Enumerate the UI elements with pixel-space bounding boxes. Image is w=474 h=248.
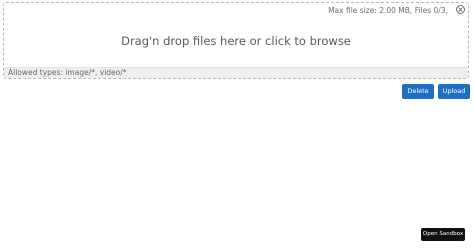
upload-button[interactable]: Upload [438, 84, 470, 99]
file-dropzone[interactable]: Max file size: 2.00 MB, Files 0/3, Drag'… [3, 2, 469, 79]
dropzone-prompt[interactable]: Drag'n drop files here or click to brows… [4, 34, 468, 48]
open-sandbox-button[interactable]: Open Sandbox [421, 228, 465, 241]
delete-button[interactable]: Delete [402, 84, 434, 99]
close-icon[interactable] [456, 5, 465, 14]
file-limit-info: Max file size: 2.00 MB, Files 0/3, [328, 6, 448, 15]
allowed-types-footer: Allowed types: image/*, video/* [4, 67, 468, 78]
